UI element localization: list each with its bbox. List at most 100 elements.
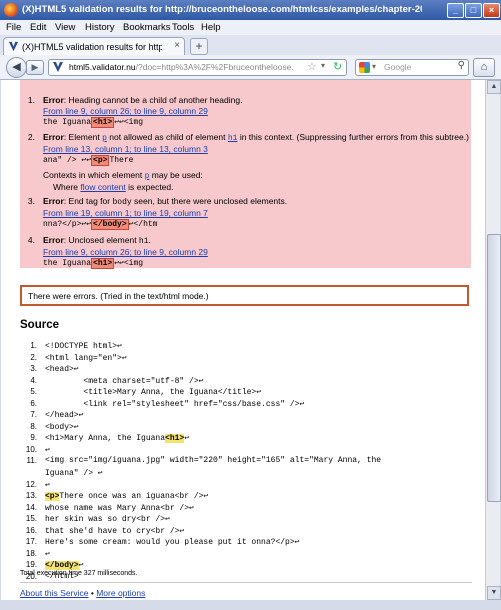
home-button[interactable]: ⌂ [473, 58, 495, 77]
error-location-link[interactable]: From line 9, column 26; to line 9, colum… [43, 106, 208, 116]
source-line: 11. <img src="img/iguana.jpg" width="220"… [26, 456, 382, 466]
error-message: : Heading cannot be a child of another h… [63, 95, 243, 105]
source-line: 17. Here's some cream: would you please p… [25, 537, 300, 548]
source-highlight: <p> [45, 492, 60, 502]
source-line: 7. </head>↩ [30, 410, 84, 421]
search-engine-dropdown-icon[interactable]: ▾ [372, 62, 376, 71]
site-identity-icon [53, 62, 63, 72]
url-host: html5.validator.nu [69, 62, 136, 72]
error-number: 4. [27, 235, 35, 245]
code-context: ↩</htm [128, 220, 158, 229]
code-highlight: </body> [91, 219, 129, 230]
error-message: : Unclosed element [63, 235, 139, 245]
error-message: : Element [63, 132, 103, 142]
error-message: : End tag for [63, 196, 113, 206]
code-context: the Iguana [43, 259, 92, 268]
page-footer: About this Service • More options [20, 588, 145, 598]
error-location-link[interactable]: From line 9, column 26; to line 9, colum… [43, 247, 208, 257]
error-number: 2. [27, 132, 35, 142]
code-context: ↩↩<img [114, 259, 144, 268]
menu-edit[interactable]: Edit [30, 22, 46, 33]
error-location-link[interactable]: From line 13, column 1; to line 13, colu… [43, 144, 208, 154]
error-message: not allowed as child of element [106, 132, 228, 142]
page-content: 1. Error: Heading cannot be a child of a… [1, 80, 485, 600]
code-highlight: <p> [91, 155, 110, 166]
source-line: 3. <head>↩ [30, 364, 79, 375]
scroll-down-icon[interactable]: ▼ [487, 586, 501, 600]
status-bar [0, 600, 501, 610]
menu-help[interactable]: Help [201, 22, 221, 33]
code-highlight: <h1> [91, 258, 115, 269]
source-line: 5. <title>Mary Anna, the Iguana</title>↩ [30, 387, 262, 398]
close-window-button[interactable]: × [483, 3, 500, 18]
google-engine-icon[interactable] [359, 62, 370, 73]
source-line: 1. <!DOCTYPE html>↩ [30, 341, 122, 351]
code-highlight: <h1> [91, 117, 115, 128]
url-path: /?doc=http%3A%2F%2Fbruceontheloose.com% [135, 62, 294, 72]
validator-favicon-icon [8, 41, 19, 52]
context-text: is expected. [125, 182, 174, 192]
source-line: 14. whose name was Mary Anna<br />↩ [25, 502, 194, 513]
menu-bar: File Edit View History Bookmarks Tools H… [0, 20, 501, 35]
error-message: in this context. (Suppressing further er… [237, 132, 469, 142]
scrollbar-thumb[interactable] [487, 234, 501, 502]
bookmark-star-icon[interactable]: ☆ [307, 60, 317, 73]
tab-validation-results[interactable]: (X)HTML5 validation results for http://b… [3, 37, 185, 55]
error-message: . [148, 235, 151, 245]
navigation-toolbar: ◀ ▶ html5.validator.nu/?doc=http%3A%2F%2… [0, 55, 501, 80]
error-label: Error [43, 132, 64, 142]
scroll-up-icon[interactable]: ▲ [487, 80, 501, 94]
source-line: 15. her skin was so dry<br />↩ [25, 514, 170, 525]
menu-view[interactable]: View [55, 22, 75, 33]
source-line: 2. <html lang="en">↩ [30, 352, 127, 363]
error-label: Error [43, 235, 64, 245]
search-bar[interactable]: ▾ Google ⚲ [355, 59, 469, 76]
error-number: 1. [27, 95, 35, 105]
forward-button[interactable]: ▶ [26, 60, 44, 75]
source-line: 12. ↩ [25, 479, 50, 490]
search-icon[interactable]: ⚲ [458, 60, 465, 71]
url-dropdown-icon[interactable]: ▾ [321, 61, 325, 70]
source-line: 8. <body>↩ [30, 421, 79, 432]
window-title: (X)HTML5 validation results for http://b… [22, 4, 422, 15]
context-text: Contexts in which element [43, 170, 145, 180]
reload-icon[interactable]: ↻ [333, 60, 342, 73]
code-context: There [109, 156, 134, 165]
error-label: Error [43, 196, 64, 206]
address-bar[interactable]: html5.validator.nu/?doc=http%3A%2F%2Fbru… [48, 59, 347, 76]
about-service-link[interactable]: About this Service [20, 588, 89, 598]
source-highlight: <h1> [165, 434, 185, 444]
menu-tools[interactable]: Tools [172, 22, 194, 33]
new-tab-button[interactable]: + [190, 38, 208, 55]
menu-file[interactable]: File [6, 22, 21, 33]
flow-content-link[interactable]: flow content [80, 182, 125, 192]
source-line: 4. <meta charset="utf-8" />↩ [30, 375, 204, 386]
source-line: 6. <link rel="stylesheet" href="css/base… [30, 398, 305, 409]
vertical-scrollbar[interactable]: ▲ ▼ [485, 80, 501, 600]
code-context: the Iguana [43, 118, 92, 127]
source-line: 16. that she'd have to cry<br />↩ [25, 525, 185, 536]
url-text[interactable]: html5.validator.nu/?doc=http%3A%2F%2Fbru… [69, 62, 294, 72]
source-line: 13. <p>There once was an iguana<br />↩ [25, 491, 209, 502]
menu-history[interactable]: History [85, 22, 115, 33]
close-tab-icon[interactable]: × [174, 40, 180, 51]
error-number: 3. [27, 196, 35, 206]
firefox-logo-icon [4, 3, 18, 17]
source-line: 9. <h1>Mary Anna, the Iguana<h1>↩ [30, 433, 190, 444]
error-location-link[interactable]: From line 19, column 1; to line 19, colu… [43, 208, 208, 218]
code-context: ana" /> ↩↩ [43, 156, 92, 165]
window-titlebar: (X)HTML5 validation results for http://b… [0, 0, 501, 20]
back-button[interactable]: ◀ [6, 57, 27, 78]
minimize-button[interactable]: _ [447, 3, 464, 18]
source-listing: 1. <!DOCTYPE html>↩ 2. <html lang="en">↩ 3… [20, 341, 470, 583]
tab-label: (X)HTML5 validation results for http://b… [22, 42, 162, 52]
footer-divider [20, 582, 472, 583]
inline-code: h1 [138, 237, 149, 246]
maximize-button[interactable]: □ [465, 3, 482, 18]
result-summary: There were errors. (Tried in the text/ht… [20, 285, 469, 306]
more-options-link[interactable]: More options [96, 588, 145, 598]
source-line: 18. ↩ [25, 548, 50, 559]
error-label: Error [43, 95, 64, 105]
source-line: 10. ↩ [25, 444, 50, 455]
menu-bookmarks[interactable]: Bookmarks [123, 22, 171, 33]
